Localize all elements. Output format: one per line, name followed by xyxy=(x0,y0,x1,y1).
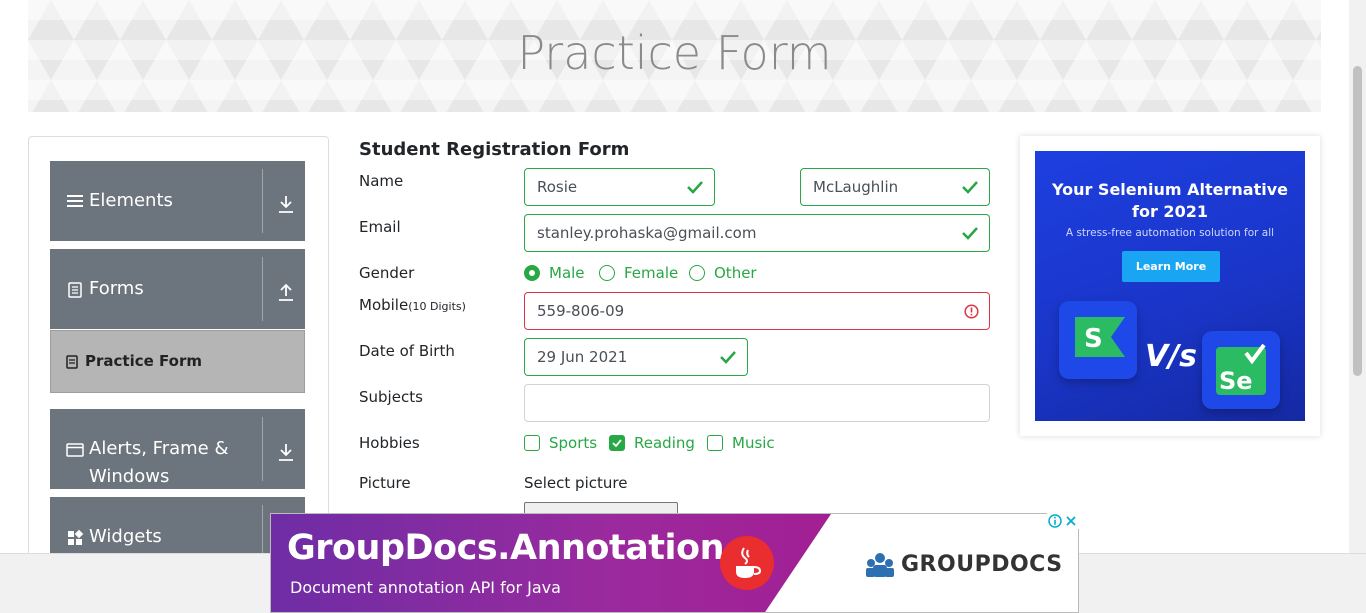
katalon-logo-letter: S xyxy=(1084,324,1103,354)
check-icon xyxy=(962,181,978,194)
sidebar-group-label: Elements xyxy=(89,190,173,211)
radio-circle[interactable] xyxy=(689,265,705,281)
last-name-input[interactable]: McLaughlin xyxy=(800,168,990,206)
last-name-value: McLaughlin xyxy=(813,178,899,196)
email-value: stanley.prohaska@gmail.com xyxy=(537,224,757,242)
katalon-logo-shape: S xyxy=(1075,317,1125,357)
mobile-input[interactable]: 559-806-09 xyxy=(524,292,990,330)
sidebar-item-label: Practice Form xyxy=(85,352,202,370)
divider xyxy=(262,417,263,481)
ad-headline: Your Selenium Alternative for 2021 xyxy=(1035,179,1305,223)
hobby-checkbox-sports[interactable]: Sports xyxy=(524,434,599,452)
mobile-value: 559-806-09 xyxy=(537,302,625,320)
selenium-logo-letters: Se xyxy=(1219,367,1253,395)
ad-bottom[interactable]: GroupDocs.Annotation Document annotation… xyxy=(270,513,1079,613)
name-label: Name xyxy=(359,172,404,190)
checkbox-label: Music xyxy=(732,434,775,452)
ad-choices[interactable] xyxy=(1047,513,1079,529)
checkbox-box[interactable] xyxy=(707,435,723,451)
radio-label: Male xyxy=(549,264,585,282)
ad-creative[interactable]: Your Selenium Alternative for 2021 A str… xyxy=(1035,151,1305,421)
sidebar-group-label: Forms xyxy=(89,278,144,299)
ad-bottom-subtitle: Document annotation API for Java xyxy=(290,578,561,597)
gender-radio-female[interactable]: Female xyxy=(599,264,679,282)
groupdocs-brand-text: GROUPDOCS xyxy=(901,552,1063,577)
sidebar-group-forms[interactable]: Forms xyxy=(50,249,305,329)
upload-arrow-icon xyxy=(279,283,293,301)
scrollbar-thumb[interactable] xyxy=(1353,66,1362,376)
check-icon xyxy=(687,181,703,194)
hobby-checkbox-reading[interactable]: Reading xyxy=(609,434,695,452)
form-icon xyxy=(66,355,78,369)
java-cup-shape xyxy=(736,547,762,578)
gender-label: Gender xyxy=(359,264,415,282)
checkbox-label: Sports xyxy=(549,434,598,452)
checkbox-box[interactable] xyxy=(524,435,540,451)
sidebar-group-label-line2: Windows xyxy=(89,466,170,487)
java-logo-icon xyxy=(720,536,774,590)
check-icon xyxy=(720,351,736,364)
first-name-input[interactable]: Rosie xyxy=(524,168,715,206)
gender-radio-other[interactable]: Other xyxy=(689,264,759,282)
page: Practice Form Elements Forms Practice Fo… xyxy=(0,0,1366,613)
vertical-scrollbar[interactable] xyxy=(1349,0,1366,553)
select-picture-label: Select picture xyxy=(524,474,628,492)
sidebar-group-label: Widgets xyxy=(89,526,162,547)
ad-subtitle: A stress-free automation solution for al… xyxy=(1065,227,1275,239)
radio-label: Female xyxy=(624,264,679,282)
email-label: Email xyxy=(359,218,401,236)
ad-bottom-title: GroupDocs.Annotation xyxy=(287,528,725,568)
katalon-logo-icon: S xyxy=(1059,301,1137,379)
hobbies-label: Hobbies xyxy=(359,434,420,452)
page-banner: Practice Form xyxy=(28,0,1321,112)
sidebar-group-elements[interactable]: Elements xyxy=(50,161,305,241)
bars-icon xyxy=(67,195,83,207)
mobile-hint: (10 Digits) xyxy=(408,300,466,313)
check-icon xyxy=(612,439,622,447)
picture-label: Picture xyxy=(359,474,411,492)
learn-more-button[interactable]: Learn More xyxy=(1122,251,1220,282)
sidebar-group-label: Alerts, Frame & xyxy=(89,438,229,459)
dob-label: Date of Birth xyxy=(359,342,455,360)
dob-value: 29 Jun 2021 xyxy=(537,348,628,366)
form-title: Student Registration Form xyxy=(359,139,630,160)
ad-info-close-icon[interactable] xyxy=(1047,513,1079,529)
selenium-logo-shape: Se xyxy=(1216,343,1266,395)
groupdocs-logo-icon xyxy=(866,553,894,577)
ad-headline-line2: for 2021 xyxy=(1132,202,1208,221)
divider xyxy=(262,169,263,233)
download-arrow-icon xyxy=(279,444,293,461)
check-icon xyxy=(962,227,978,240)
first-name-value: Rosie xyxy=(537,178,578,196)
radio-circle[interactable] xyxy=(599,265,615,281)
dob-input[interactable]: 29 Jun 2021 xyxy=(524,338,748,376)
widgets-icon xyxy=(68,529,84,545)
subjects-label: Subjects xyxy=(359,388,423,406)
radio-label: Other xyxy=(714,264,757,282)
sidebar-item-practice-form[interactable]: Practice Form xyxy=(50,330,305,393)
page-title: Practice Form xyxy=(517,26,832,80)
selenium-logo-icon: Se xyxy=(1202,331,1280,409)
hobby-checkbox-music[interactable]: Music xyxy=(707,434,777,452)
groupdocs-brand: GROUPDOCS xyxy=(865,550,1065,580)
vs-text: V/s xyxy=(1145,339,1198,374)
mobile-label-text: Mobile xyxy=(359,296,409,314)
mobile-label: Mobile(10 Digits) xyxy=(359,296,466,314)
gender-radio-male[interactable]: Male xyxy=(524,264,594,282)
download-arrow-icon xyxy=(279,196,293,213)
ad-right[interactable]: Your Selenium Alternative for 2021 A str… xyxy=(1020,136,1320,436)
divider xyxy=(262,257,263,321)
window-icon xyxy=(66,443,84,457)
ad-headline-line1: Your Selenium Alternative xyxy=(1051,180,1289,199)
document-icon xyxy=(68,282,82,298)
subjects-input[interactable] xyxy=(524,384,990,422)
sidebar: Elements Forms Practice Form Alerts, Fra… xyxy=(28,136,329,566)
checkbox-box[interactable] xyxy=(609,435,625,451)
sidebar-group-alerts[interactable]: Alerts, Frame & Windows xyxy=(50,409,305,489)
radio-circle[interactable] xyxy=(524,265,540,281)
email-input[interactable]: stanley.prohaska@gmail.com xyxy=(524,214,990,252)
checkbox-label: Reading xyxy=(634,434,695,452)
error-icon xyxy=(964,304,979,319)
